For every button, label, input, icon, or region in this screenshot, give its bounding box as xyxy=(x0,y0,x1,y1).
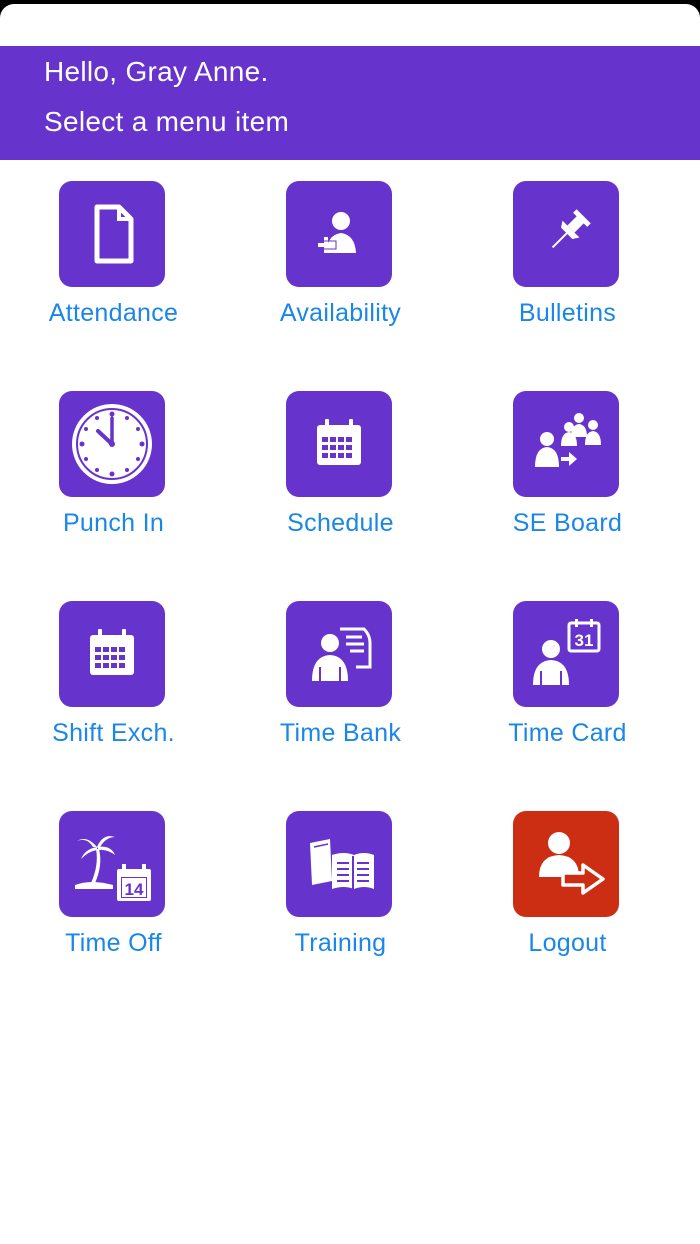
shift-exch-tile[interactable] xyxy=(59,601,165,707)
person-card-icon xyxy=(312,627,372,681)
subtitle-text: Select a menu item xyxy=(44,106,290,137)
menu-item-label: Attendance xyxy=(48,299,179,327)
menu-item-label: Logout xyxy=(528,929,607,957)
menu-item-label: SE Board xyxy=(512,509,623,537)
group-arrow-icon xyxy=(535,413,601,467)
menu-item-label: Schedule xyxy=(287,509,394,537)
menu-item-logout[interactable]: Logout xyxy=(454,811,681,991)
document-icon xyxy=(94,204,134,264)
header-bar: Hello, Gray Anne. Select a menu item xyxy=(0,46,700,160)
app-screen: Hello, Gray Anne. Select a menu item Att… xyxy=(0,4,700,1244)
availability-tile[interactable] xyxy=(286,181,392,287)
menu-item-label: Availability xyxy=(279,299,402,327)
punch-in-tile[interactable] xyxy=(59,391,165,497)
menu-item-schedule[interactable]: Schedule xyxy=(227,391,454,571)
menu-item-punch-in[interactable]: Punch In xyxy=(0,391,227,571)
palm-calendar-icon: 14 xyxy=(75,836,151,901)
time-bank-tile[interactable] xyxy=(286,601,392,707)
calendar-icon xyxy=(90,629,134,675)
menu-item-training[interactable]: Training xyxy=(227,811,454,991)
pushpin-icon xyxy=(551,209,591,249)
menu-item-label: Shift Exch. xyxy=(52,719,175,747)
schedule-tile[interactable] xyxy=(286,391,392,497)
menu-item-label: Time Bank xyxy=(279,719,402,747)
menu-item-label: Punch In xyxy=(62,509,165,537)
menu-item-time-card[interactable]: 31 Time Card xyxy=(454,601,681,781)
menu-item-attendance[interactable]: Attendance xyxy=(0,181,227,361)
bulletins-tile[interactable] xyxy=(513,181,619,287)
logout-tile[interactable] xyxy=(513,811,619,917)
se-board-tile[interactable] xyxy=(513,391,619,497)
menu-item-time-off[interactable]: 14 Time Off xyxy=(0,811,227,991)
person-plus-icon xyxy=(315,212,356,253)
menu-item-shift-exch[interactable]: Shift Exch. xyxy=(0,601,227,781)
menu-item-label: Time Card xyxy=(508,719,627,747)
menu-item-availability[interactable]: Availability xyxy=(227,181,454,361)
time-off-tile[interactable]: 14 xyxy=(59,811,165,917)
person-calendar-icon: 31 xyxy=(533,619,601,685)
person-exit-icon xyxy=(539,832,605,895)
menu-item-se-board[interactable]: SE Board xyxy=(454,391,681,571)
attendance-tile[interactable] xyxy=(59,181,165,287)
time-card-day: 31 xyxy=(575,631,594,650)
time-off-day: 14 xyxy=(125,880,144,899)
greeting-text: Hello, Gray Anne. xyxy=(44,56,269,87)
menu-item-label: Bulletins xyxy=(518,299,617,327)
training-tile[interactable] xyxy=(286,811,392,917)
menu-item-label: Time Off xyxy=(65,929,162,957)
clock-icon xyxy=(72,404,152,484)
menu-item-bulletins[interactable]: Bulletins xyxy=(454,181,681,361)
menu-item-label: Training xyxy=(294,929,387,957)
menu-item-time-bank[interactable]: Time Bank xyxy=(227,601,454,781)
time-card-tile[interactable]: 31 xyxy=(513,601,619,707)
calendar-icon xyxy=(317,419,361,465)
books-icon xyxy=(310,839,374,889)
